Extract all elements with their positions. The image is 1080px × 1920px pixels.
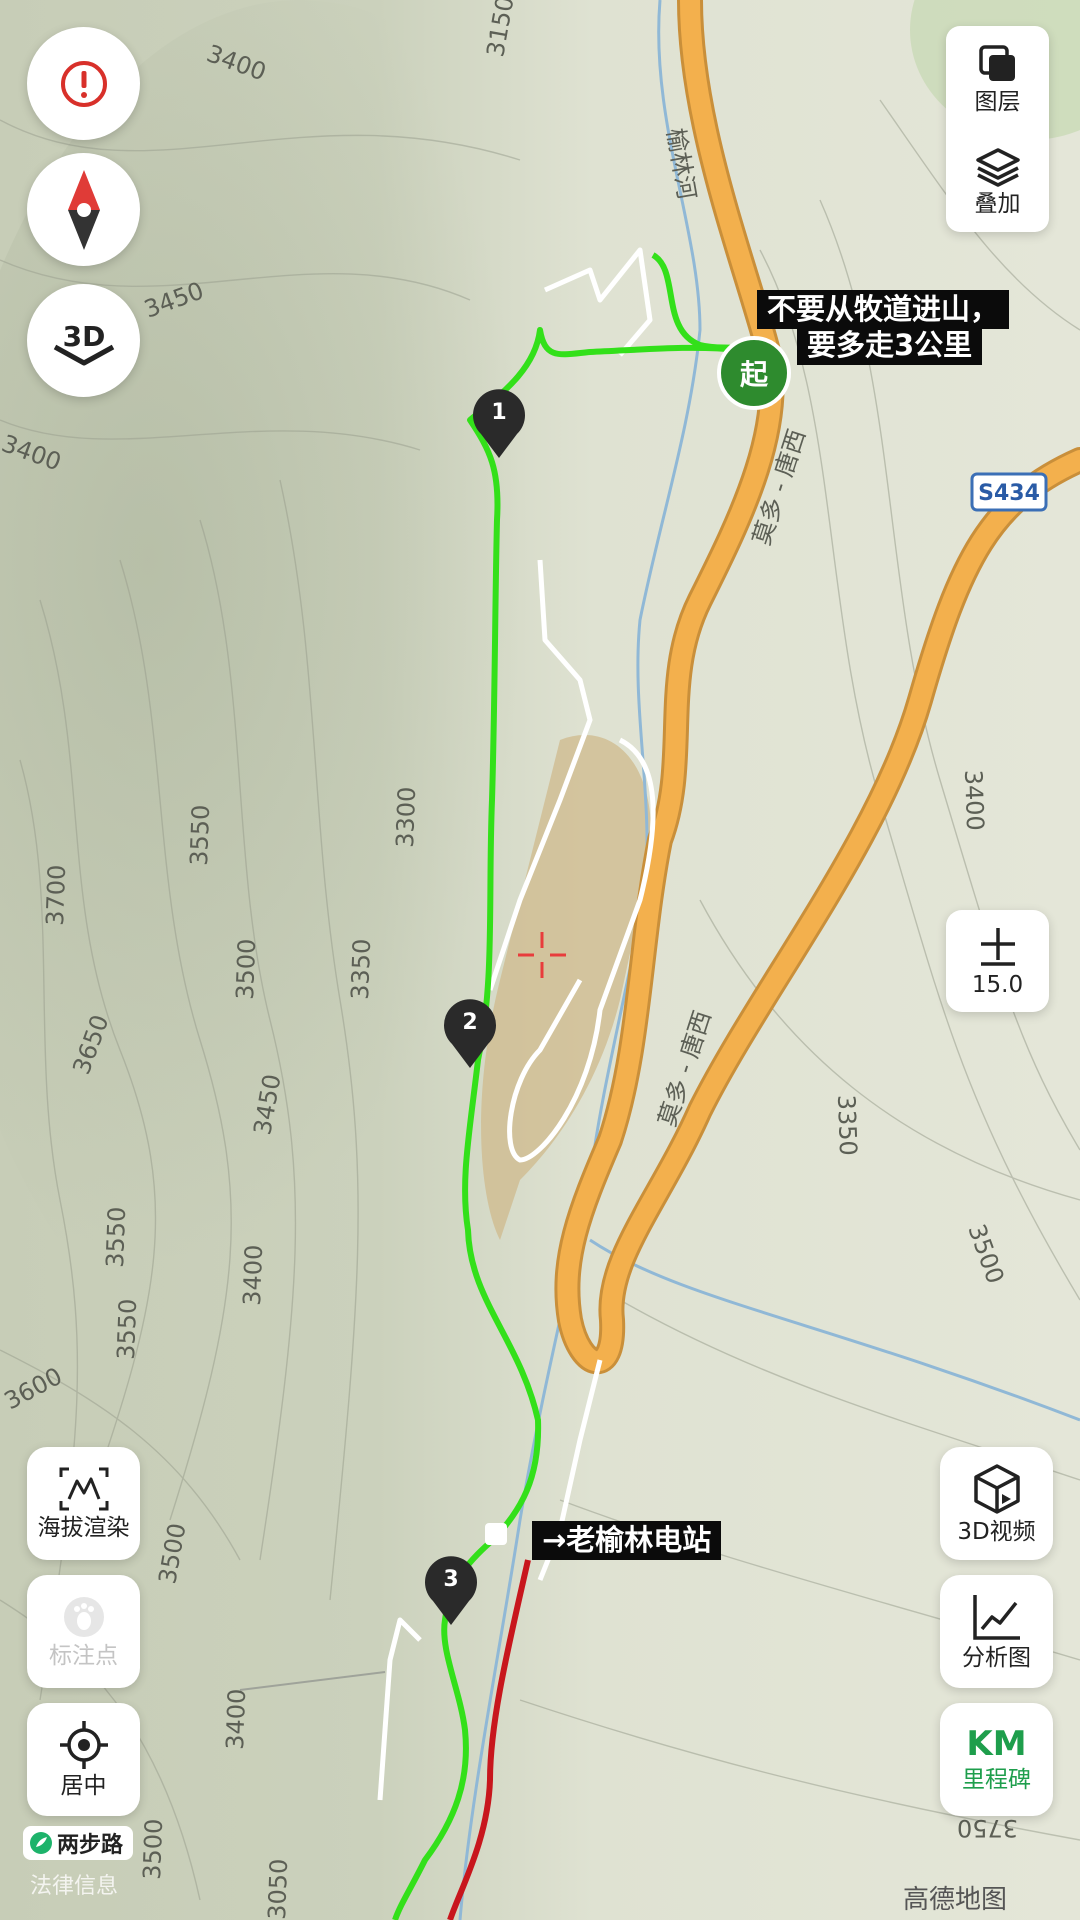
svg-text:起: 起: [740, 358, 769, 391]
zoom-icon: [980, 927, 1015, 966]
waypoint-1-label: 1: [491, 400, 507, 425]
layers-label: 图层: [974, 88, 1021, 115]
locate-target-icon: [59, 1721, 108, 1769]
svg-text:3750: 3750: [957, 1814, 1018, 1842]
waypoint-3-label: 3: [443, 1567, 459, 1592]
stack-icon: [975, 147, 1020, 187]
svg-text:3350: 3350: [832, 1094, 862, 1156]
elevation-render-label: 海拔渲染: [37, 1515, 130, 1541]
svg-text:3400: 3400: [238, 1244, 268, 1306]
brand-badge: 两步路: [23, 1826, 134, 1860]
waypoint-2-label: 2: [462, 1010, 478, 1035]
svg-text:S434: S434: [978, 481, 1040, 506]
km-label: KM: [966, 1724, 1027, 1764]
highway-badge: S434: [970, 472, 1048, 512]
zoom-level: 15.0: [971, 971, 1024, 998]
mark-point-button[interactable]: 标注点: [27, 1575, 140, 1688]
waypoint-3[interactable]: 3: [423, 1555, 479, 1627]
svg-text:3550: 3550: [101, 1206, 131, 1268]
layers-panel: 图层 叠加: [946, 26, 1049, 232]
svg-text:3400: 3400: [959, 769, 989, 831]
layers-icon: [978, 44, 1015, 81]
svg-text:3550: 3550: [112, 1298, 142, 1360]
svg-text:3300: 3300: [391, 786, 421, 848]
svg-text:3D: 3D: [62, 320, 105, 353]
analysis-chart-label: 分析图: [962, 1645, 1031, 1671]
topo-map[interactable]: 榆林河 莫多 - 唐西 莫多 - 唐西 S434 3150 3400 3450 …: [0, 0, 1080, 1920]
svg-text:3550: 3550: [185, 804, 215, 866]
alert-circle-icon: [60, 60, 107, 107]
3d-video-label: 3D视频: [957, 1519, 1036, 1545]
annotation-power-station: →老榆林电站: [532, 1521, 722, 1560]
waypoint-2[interactable]: 2: [442, 998, 498, 1070]
svg-text:3500: 3500: [231, 938, 261, 1000]
compass-icon: [67, 169, 100, 250]
analysis-chart-button[interactable]: 分析图: [940, 1575, 1053, 1688]
footprint-icon: [63, 1597, 104, 1637]
svg-text:3400: 3400: [221, 1688, 251, 1750]
layers-button[interactable]: 图层: [975, 43, 1021, 114]
svg-text:3050: 3050: [263, 1858, 293, 1920]
3d-icon: 3D: [53, 320, 114, 365]
brand-name: 两步路: [57, 1833, 124, 1858]
milestone-button[interactable]: KM 里程碑: [940, 1703, 1053, 1816]
legal-info-link[interactable]: 法律信息: [30, 1868, 118, 1900]
route-endpoint-marker: [485, 1523, 507, 1545]
3d-video-button[interactable]: 3D视频: [940, 1447, 1053, 1560]
start-marker[interactable]: 起: [717, 336, 791, 410]
3d-toggle-button[interactable]: 3D: [27, 284, 140, 397]
brand-leaf-icon: [30, 1832, 52, 1854]
milestone-label: 里程碑: [962, 1767, 1031, 1793]
compass-button[interactable]: [27, 153, 140, 266]
line-chart-icon: [972, 1595, 1020, 1640]
svg-text:3500: 3500: [138, 1818, 168, 1880]
elevation-render-button[interactable]: 海拔渲染: [27, 1447, 140, 1560]
center-button[interactable]: 居中: [27, 1703, 140, 1816]
alert-button[interactable]: [27, 27, 140, 140]
overlay-label: 叠加: [974, 190, 1021, 217]
elevation-mountain-icon: [59, 1467, 108, 1511]
svg-text:3350: 3350: [346, 938, 376, 1000]
annotation-warning-line2: 要多走3公里: [797, 326, 983, 365]
waypoint-1[interactable]: 1: [471, 388, 527, 460]
zoom-control[interactable]: 15.0: [946, 910, 1049, 1012]
overlay-button[interactable]: 叠加: [975, 147, 1021, 216]
svg-text:3700: 3700: [41, 864, 71, 926]
map-provider-logo: 高德地图: [903, 1885, 1007, 1915]
mark-point-label: 标注点: [49, 1643, 118, 1669]
cube-icon: [973, 1464, 1020, 1514]
annotation-warning-line1: 不要从牧道进山，: [757, 290, 1010, 329]
center-label: 居中: [60, 1773, 107, 1799]
